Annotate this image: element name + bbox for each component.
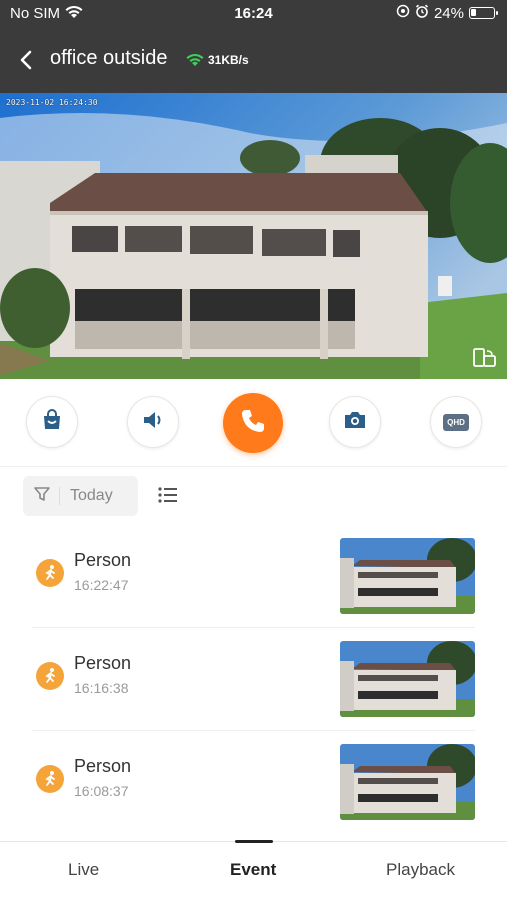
event-time: 16:16:38 [74,680,129,696]
tab-playback[interactable]: Playback [386,860,455,880]
album-button[interactable] [26,396,78,448]
filter-funnel-icon [33,485,51,508]
event-thumbnail[interactable] [340,744,475,820]
tab-live[interactable]: Live [68,860,99,880]
live-video[interactable]: 2023-11-02 16:24:30 [0,93,507,379]
alarm-icon [415,4,429,22]
active-tab-indicator [235,840,273,843]
call-button[interactable] [223,393,283,453]
snapshot-button[interactable] [329,396,381,448]
filter-label: Today [70,487,113,504]
event-time: 16:22:47 [74,577,129,593]
qhd-quality-icon: QHD [443,413,469,431]
event-type: Person [74,653,132,673]
back-arrow-icon[interactable] [16,48,38,72]
event-thumbnail[interactable] [340,641,475,717]
status-right: 24% [396,4,498,22]
rotate-screen-icon[interactable] [471,347,497,369]
top-bar: No SIM 16:24 24% office outside 31KB/s [0,0,507,93]
tab-event[interactable]: Event [230,860,276,880]
speaker-button[interactable] [127,396,179,448]
camera-snapshot-icon [342,407,368,438]
phone-call-icon [238,406,268,441]
battery-percent: 24% [433,4,464,22]
camera-name: office outside [50,47,168,69]
control-bar: QHD [0,379,507,467]
screen-lock-icon [396,4,410,22]
wifi-signal-icon [185,51,205,72]
bottom-tab-bar: Live Event Playback [0,840,507,900]
event-item[interactable]: Person 16:22:47 [0,525,507,628]
battery-icon [469,7,498,19]
date-filter[interactable]: Today [23,476,138,516]
event-type: Person [74,550,132,570]
event-item[interactable]: Person 16:08:37 [0,731,507,834]
speaker-icon [140,407,166,438]
person-motion-icon [36,765,64,793]
person-motion-icon [36,559,64,587]
event-item[interactable]: Person 16:16:38 [0,628,507,731]
nav-bar: office outside 31KB/s [0,38,507,82]
list-view-icon[interactable] [157,486,179,504]
bitrate-label: 31KB/s [208,53,249,67]
event-type: Person [74,756,132,776]
video-timestamp: 2023-11-02 16:24:30 [6,98,98,107]
status-bar: No SIM 16:24 24% [0,0,507,30]
filter-divider [59,487,60,505]
quality-button[interactable]: QHD [430,396,482,448]
person-motion-icon [36,662,64,690]
album-icon [39,407,65,438]
event-time: 16:08:37 [74,783,129,799]
event-thumbnail[interactable] [340,538,475,614]
